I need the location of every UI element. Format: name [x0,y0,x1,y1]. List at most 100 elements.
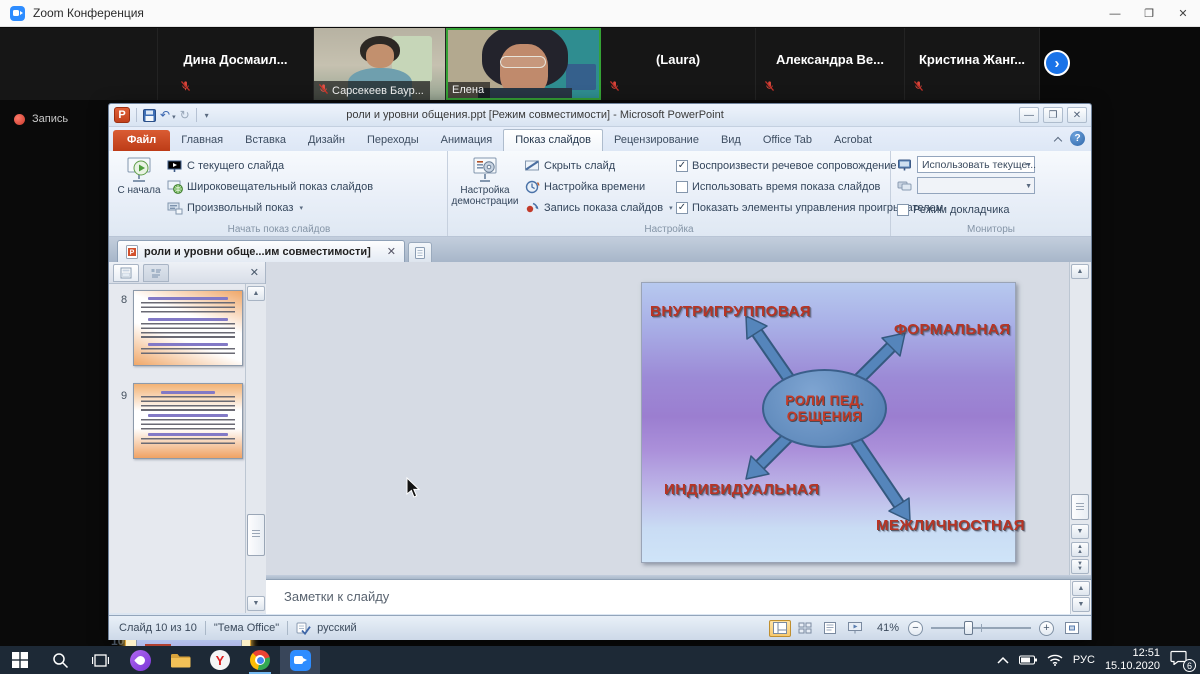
use-timings-checkbox[interactable]: Использовать время показа слайдов [676,178,880,195]
fit-to-window-button[interactable] [1061,620,1083,637]
tab-insert[interactable]: Вставка [234,130,297,151]
tab-animations[interactable]: Анимация [430,130,504,151]
thumb-text-block [141,348,235,357]
thumbnails-scrollbar[interactable]: ▲ ▼ [245,284,266,613]
video-tile-kristina[interactable]: Кристина Жанг... [905,28,1040,100]
participant-name: Елена [452,84,484,96]
slide-9-thumbnail[interactable] [133,383,243,459]
video-tile-empty[interactable] [0,28,158,100]
language-indicator[interactable]: русский [317,622,356,634]
label-individual: ИНДИВИДУАЛЬНАЯ [664,481,820,498]
video-tile-laura[interactable]: (Laura) [601,28,756,100]
file-explorer-button[interactable] [160,646,200,674]
yandex-browser-button[interactable]: Y [200,646,240,674]
close-panel-icon[interactable]: ✕ [250,266,259,279]
zoom-minimize-button[interactable]: — [1098,0,1132,27]
record-slideshow-button[interactable]: Запись показа слайдов ▾ [524,199,673,216]
normal-view-button[interactable] [769,620,791,637]
scroll-down-icon[interactable]: ▼ [1072,597,1090,612]
start-button[interactable] [0,646,40,674]
from-beginning-button[interactable]: С начала [117,155,161,196]
slide-sorter-view-button[interactable] [794,620,816,637]
ppt-close-button[interactable]: ✕ [1067,107,1087,123]
scrollbar-thumb[interactable] [1071,494,1089,520]
reading-view-button[interactable] [819,620,841,637]
presenter-view-checkbox[interactable]: Режим докладчика [897,201,1009,218]
zoom-in-button[interactable]: + [1039,621,1054,636]
scrollbar-thumb[interactable] [247,514,265,556]
video-tile-dina[interactable]: Дина Досмаил... [158,28,314,100]
slide-8-thumbnail[interactable] [133,290,243,366]
tab-slides[interactable] [113,264,139,282]
taskbar-clock[interactable]: 12:51 15.10.2020 [1105,647,1160,673]
battery-icon[interactable] [1019,655,1037,665]
tab-outline[interactable] [143,264,169,282]
scroll-down-icon[interactable]: ▼ [247,596,265,611]
notes-pane[interactable]: Заметки к слайду ▲ ▼ [266,579,1091,614]
chrome-button[interactable] [240,646,280,674]
action-center-button[interactable]: 6 [1170,650,1192,670]
notes-scrollbar[interactable]: ▲ ▼ [1070,580,1091,614]
slide-scrollbar[interactable]: ▲ ▼ ▲▲ ▼▼ [1069,262,1091,575]
new-document-tab-button[interactable] [408,242,432,262]
slide-canvas[interactable]: РОЛИ ПЕД. ОБЩЕНИЯ ВНУТРИГРУППОВАЯ ФОРМАЛ… [641,282,1016,563]
task-view-button[interactable] [80,646,120,674]
zoom-percent[interactable]: 41% [877,622,899,634]
hide-slide-button[interactable]: Скрыть слайд [524,157,615,174]
slideshow-view-button[interactable] [844,620,866,637]
rehearse-timings-button[interactable]: Настройка времени [524,178,645,195]
tab-transitions[interactable]: Переходы [356,130,430,151]
next-slide-button[interactable]: ▼▼ [1071,559,1089,574]
tab-home[interactable]: Главная [170,130,234,151]
tab-file[interactable]: Файл [113,130,170,151]
setup-slideshow-button[interactable]: Настройка демонстрации [452,155,518,207]
zoom-close-button[interactable]: ✕ [1166,0,1200,27]
input-language-indicator[interactable]: РУС [1073,654,1095,666]
minimize-ribbon-icon[interactable] [1054,135,1062,143]
label-interpersonal: МЕЖЛИЧНОСТНАЯ [876,517,1025,534]
video-tile-elena-active-speaker[interactable]: Елена [446,28,601,100]
scroll-down-icon[interactable]: ▼ [1071,524,1089,539]
video-tile-sarsekeev[interactable]: Сарсекеев Баур... [314,28,446,100]
ppt-restore-button[interactable]: ❐ [1043,107,1063,123]
resolution-dropdown[interactable]: Использовать текуще... ▼ [917,156,1035,173]
wifi-icon[interactable] [1047,654,1063,666]
document-tab-row: P роли и уровни обще...им совместимости]… [109,237,1091,262]
alice-assistant-button[interactable] [120,646,160,674]
custom-slideshow-button[interactable]: Произвольный показ ▾ [167,199,303,216]
spellcheck-icon[interactable] [296,621,311,635]
tab-slideshow-active[interactable]: Показ слайдов [503,129,603,151]
zoom-taskbar-button[interactable] [280,646,320,674]
close-document-icon[interactable]: ✕ [387,245,396,258]
zoom-restore-button[interactable]: ❐ [1132,0,1166,27]
checkbox-icon: ✓ [676,160,688,172]
tab-office-tab[interactable]: Office Tab [752,130,823,151]
slide-number: 8 [121,294,127,306]
recording-dot-icon [14,114,25,125]
tab-acrobat[interactable]: Acrobat [823,130,883,151]
ppt-minimize-button[interactable]: — [1019,107,1039,123]
show-hidden-icons-button[interactable] [997,656,1009,664]
zoom-slider-thumb[interactable] [964,621,973,635]
show-on-dropdown[interactable]: ▼ [917,177,1035,194]
tab-design[interactable]: Дизайн [297,130,356,151]
previous-slide-button[interactable]: ▲▲ [1071,542,1089,557]
thumb-text-block [141,396,235,411]
play-narrations-checkbox[interactable]: ✓ Воспроизвести речевое сопровождение [676,157,897,174]
zoom-out-button[interactable]: − [908,621,923,636]
zoom-slider[interactable] [931,627,1031,629]
tab-review[interactable]: Рецензирование [603,130,710,151]
ribbon: С начала С текущего слайда Широковещател… [109,151,1091,237]
video-tile-alexandra[interactable]: Александра Ве... [756,28,905,100]
scroll-up-icon[interactable]: ▲ [247,286,265,301]
document-tab[interactable]: P роли и уровни обще...им совместимости]… [117,240,405,262]
help-icon[interactable]: ? [1070,131,1085,146]
next-participants-button[interactable]: › [1044,50,1070,76]
scroll-up-icon[interactable]: ▲ [1072,581,1090,596]
broadcast-slideshow-button[interactable]: Широковещательный показ слайдов [167,178,373,195]
theme-name[interactable]: "Тема Office" [214,622,279,634]
from-current-slide-button[interactable]: С текущего слайда [167,157,284,174]
scroll-up-icon[interactable]: ▲ [1071,264,1089,279]
search-button[interactable] [40,646,80,674]
tab-view[interactable]: Вид [710,130,752,151]
